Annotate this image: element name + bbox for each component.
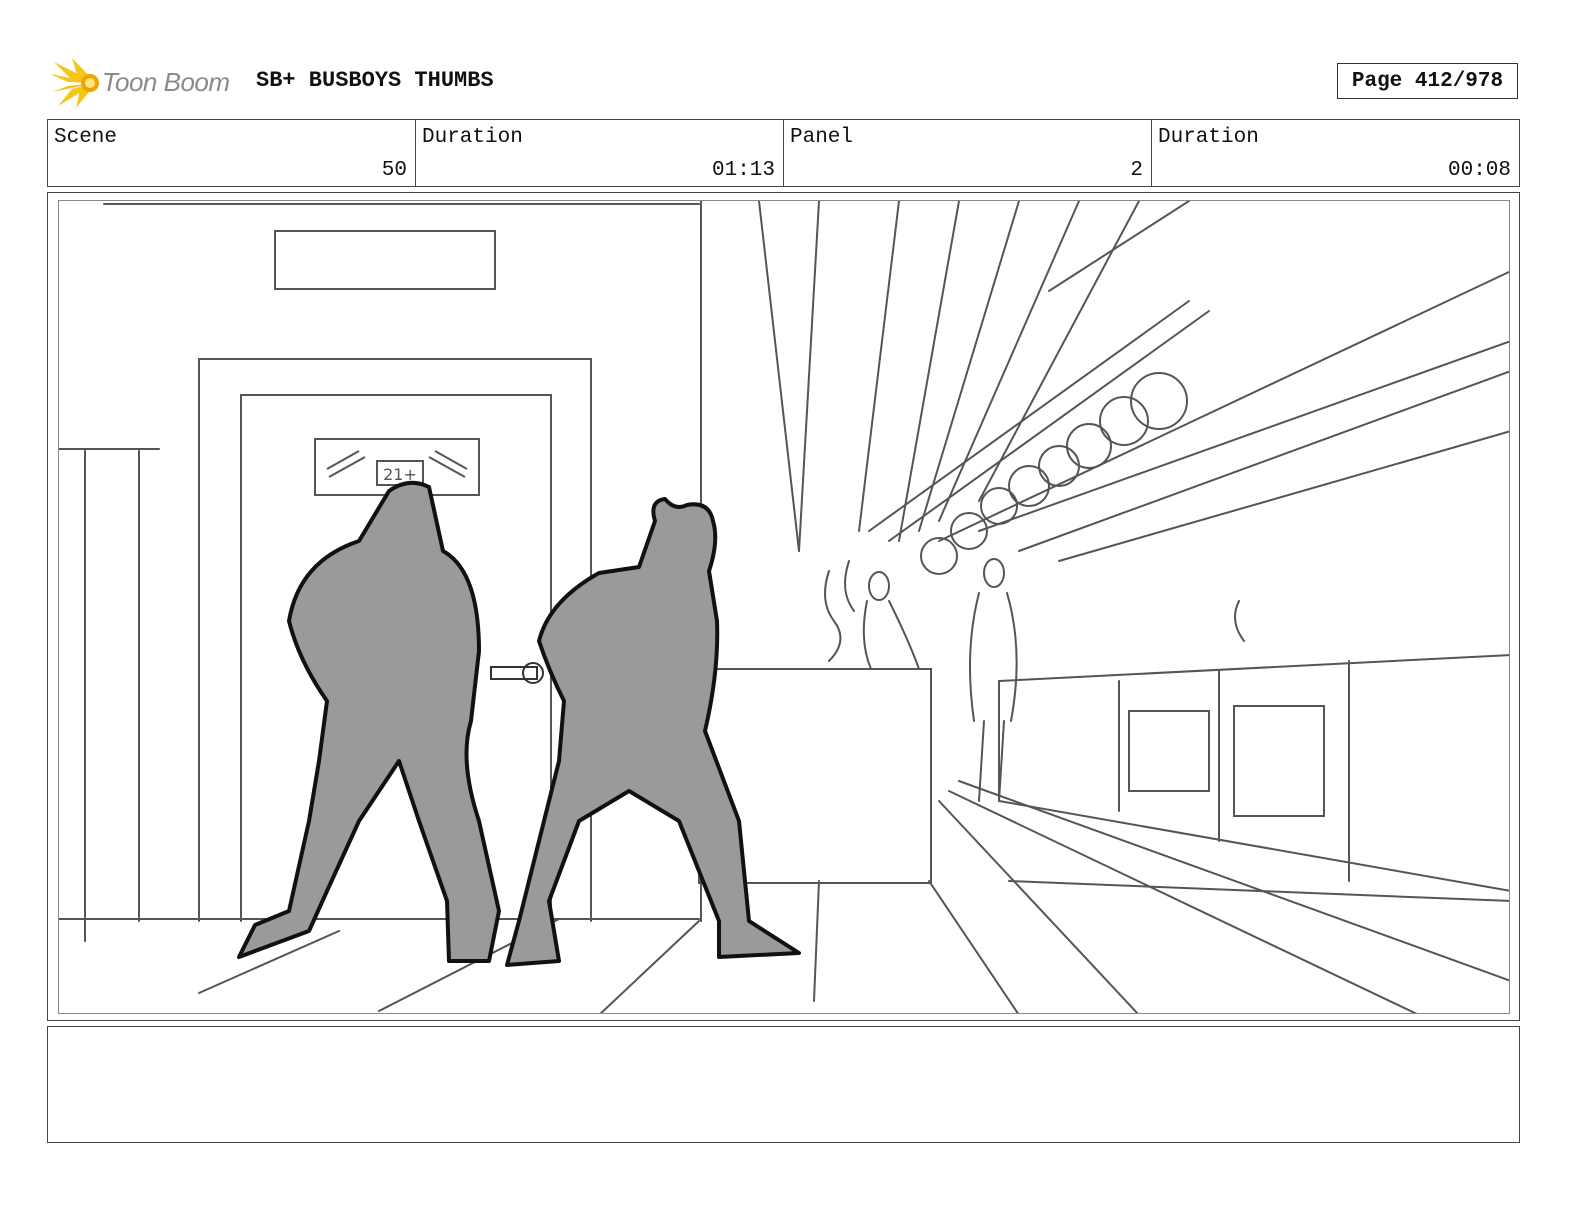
panel-value: 2 — [1130, 159, 1143, 182]
storyboard-panel-drawing: 21+ — [58, 200, 1510, 1014]
panel-label: Panel — [790, 126, 854, 149]
scene-duration-cell: Duration 01:13 — [416, 120, 784, 186]
panel-duration-cell: Duration 00:08 — [1152, 120, 1519, 186]
project-title: SB+ BUSBOYS THUMBS — [256, 68, 494, 93]
panel-duration-value: 00:08 — [1447, 159, 1511, 182]
page-indicator: Page 412/978 — [1337, 63, 1518, 99]
panel-duration-label: Duration — [1158, 126, 1259, 149]
scene-value: 50 — [381, 159, 407, 182]
panel-notes-box — [47, 1026, 1520, 1143]
scene-duration-value: 01:13 — [711, 159, 775, 182]
kitchen-sketch-illustration: 21+ — [59, 201, 1509, 1013]
panel-cell: Panel 2 — [784, 120, 1152, 186]
toon-boom-logo: Toon Boom — [50, 56, 240, 110]
scene-info-table: Scene 50 Duration 01:13 Panel 2 Duration… — [47, 119, 1520, 187]
starburst-icon — [50, 58, 99, 108]
logo-wordmark: Toon Boom — [102, 67, 230, 97]
scene-duration-label: Duration — [422, 126, 523, 149]
scene-cell: Scene 50 — [48, 120, 416, 186]
scene-label: Scene — [54, 126, 118, 149]
